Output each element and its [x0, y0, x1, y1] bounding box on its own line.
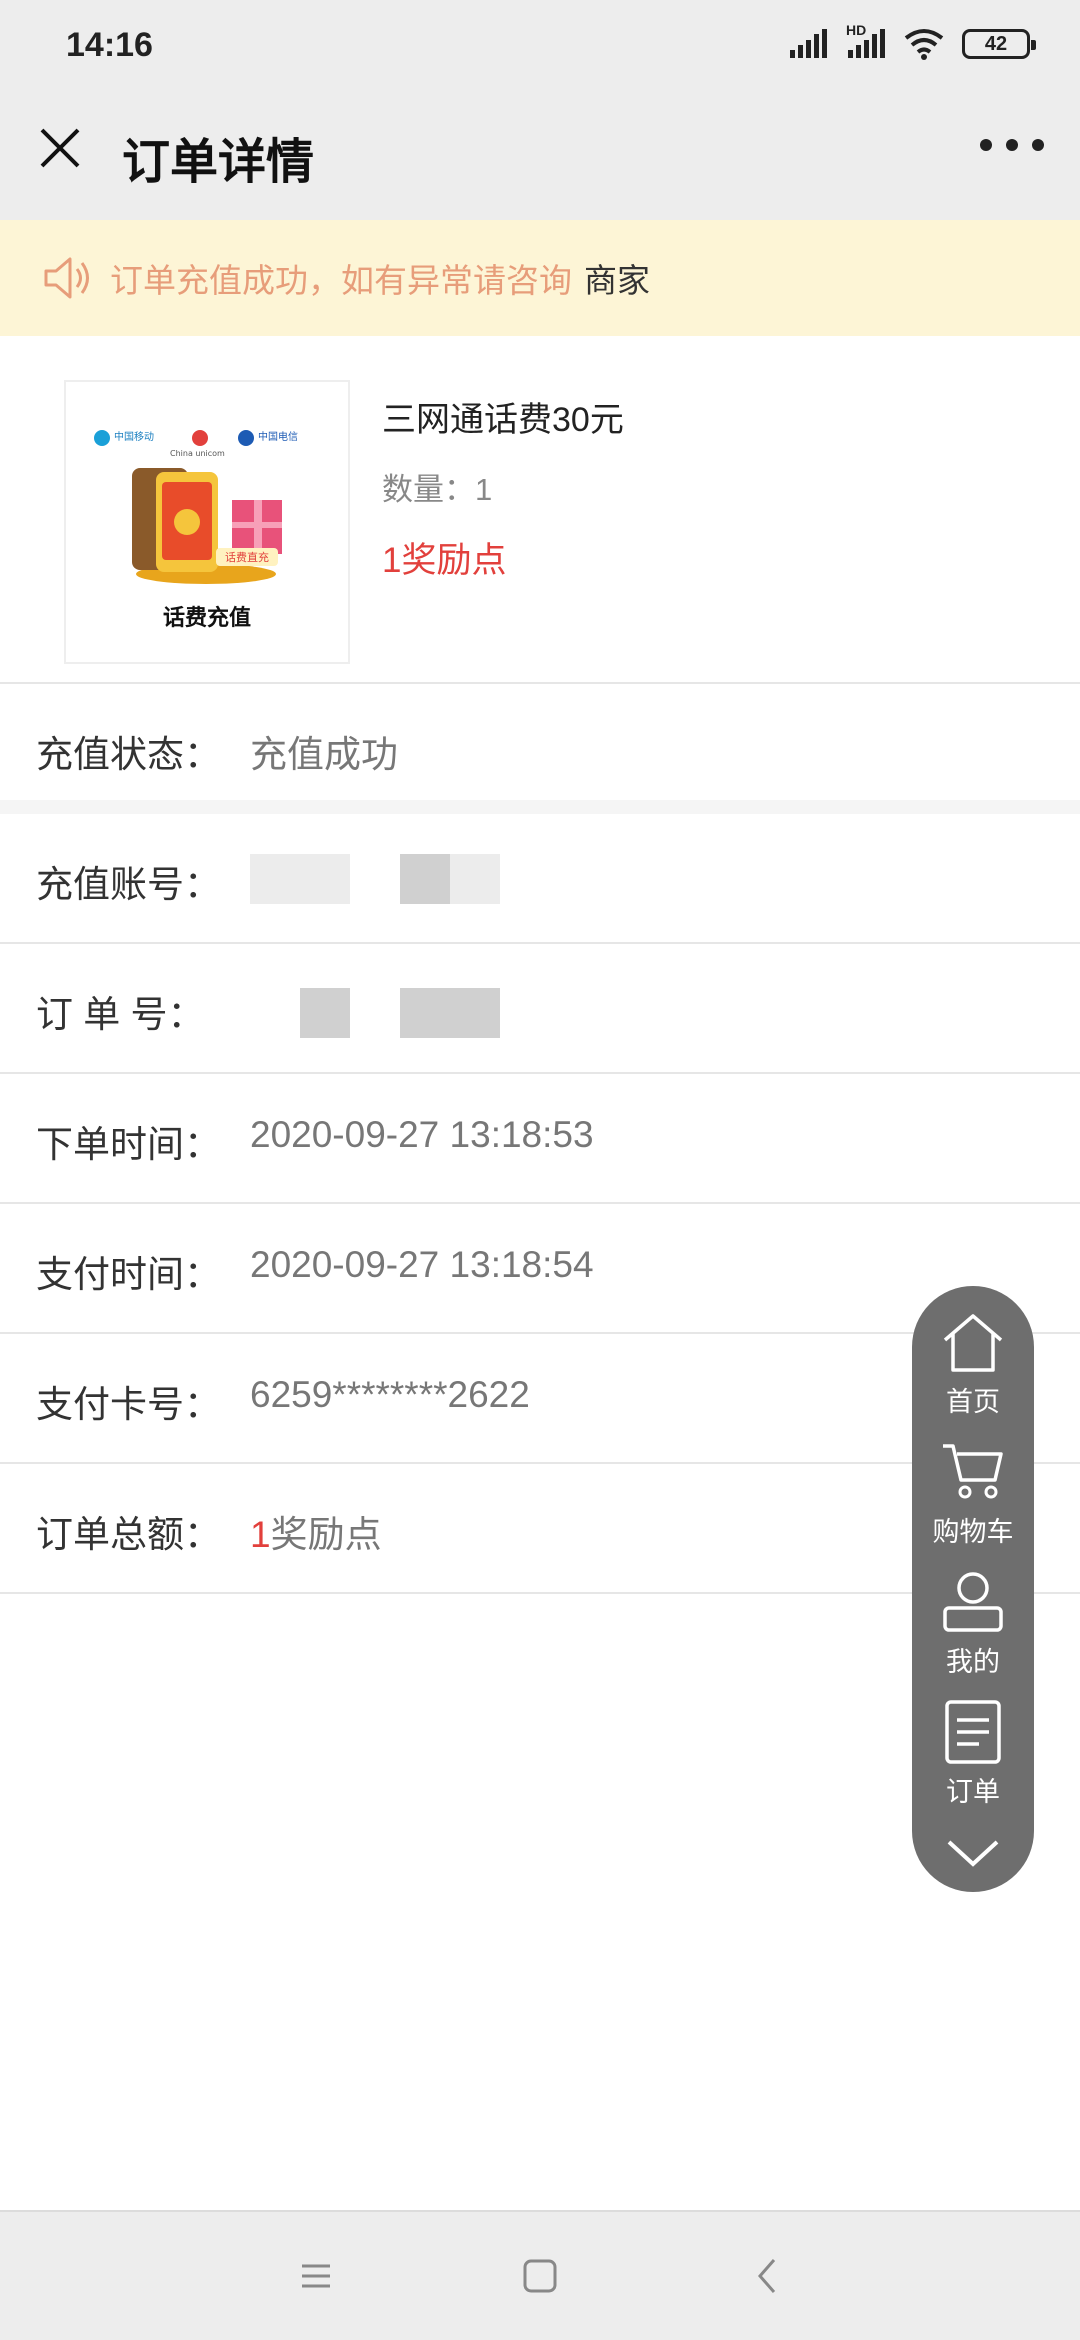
status-icons: HD 42 — [788, 22, 1036, 60]
total-unit: 奖励点 — [270, 1514, 382, 1555]
system-nav-bar — [0, 2210, 1080, 2340]
redacted-block — [450, 854, 500, 904]
wifi-icon — [904, 29, 944, 60]
redacted-block — [450, 988, 500, 1038]
product-card[interactable]: 中国移动 China unicom 中国电信 话费直充 话费充值 三网通话费30… — [0, 336, 1080, 684]
qty-value: 1 — [475, 472, 493, 507]
floating-menu: 首页 购物车 我的 订单 — [912, 1286, 1034, 1892]
product-price: 1奖励点 — [382, 541, 507, 580]
detail-value: 1奖励点 — [250, 1504, 382, 1558]
detail-value: 6259********2622 — [250, 1374, 530, 1415]
detail-label: 订单总额： — [36, 1514, 221, 1555]
user-icon — [943, 1572, 1003, 1632]
float-mine-label: 我的 — [946, 1647, 1000, 1677]
float-mine-button[interactable]: 我的 — [912, 1568, 1034, 1698]
float-cart-button[interactable]: 购物车 — [912, 1438, 1034, 1568]
total-amount: 1 — [250, 1514, 271, 1555]
float-orders-button[interactable]: 订单 — [912, 1698, 1034, 1828]
detail-value: 2020-09-27 13:18:54 — [250, 1244, 594, 1285]
order-list-icon — [945, 1700, 1001, 1764]
recharge-illustration: 中国移动 China unicom 中国电信 话费直充 — [94, 430, 298, 584]
detail-label: 订 单 号： — [36, 994, 205, 1035]
notice-banner: 订单充值成功，如有异常请咨询 商家 — [0, 220, 1080, 336]
brand-telecom: 中国电信 — [258, 430, 298, 443]
battery-level: 42 — [984, 32, 1008, 55]
detail-label: 充值状态： — [36, 734, 221, 775]
detail-row-account: 充值账号： — [0, 814, 1080, 944]
product-quantity: 数量：1 — [382, 464, 492, 509]
detail-value: 充值成功 — [250, 734, 398, 775]
signal-hd-icon: HD — [846, 22, 886, 60]
thumb-caption: 话费充值 — [162, 605, 251, 630]
redacted-block — [400, 854, 450, 904]
redacted-block — [400, 988, 450, 1038]
float-home-button[interactable]: 首页 — [912, 1308, 1034, 1438]
notice-text: 订单充值成功，如有异常请咨询 — [110, 262, 572, 299]
page-title: 订单详情 — [122, 136, 315, 189]
merchant-link[interactable]: 商家 — [584, 254, 650, 302]
status-time: 14:16 — [66, 26, 153, 64]
detail-label: 下单时间： — [36, 1124, 221, 1165]
badge-text: 话费直充 — [225, 550, 269, 564]
detail-row-status: 充值状态： 充值成功 — [0, 684, 1080, 814]
battery-icon: 42 — [962, 29, 1036, 59]
redacted-block — [250, 854, 350, 904]
detail-value: 2020-09-27 13:18:53 — [250, 1114, 594, 1155]
redacted-block — [300, 988, 350, 1038]
qty-label: 数量： — [382, 472, 475, 507]
detail-row-order-time: 下单时间： 2020-09-27 13:18:53 — [0, 1074, 1080, 1204]
back-icon[interactable] — [744, 2252, 792, 2300]
menu-icon[interactable] — [292, 2252, 340, 2300]
float-cart-label: 购物车 — [932, 1517, 1014, 1547]
nav-bar: 订单详情 — [0, 96, 1080, 220]
more-icon[interactable] — [980, 130, 1044, 160]
product-thumbnail: 中国移动 China unicom 中国电信 话费直充 话费充值 — [64, 380, 350, 664]
signal-icon — [790, 29, 827, 58]
speaker-icon — [44, 257, 89, 299]
detail-label: 充值账号： — [36, 864, 221, 905]
chevron-down-icon[interactable] — [943, 1832, 1003, 1872]
detail-label: 支付时间： — [36, 1254, 221, 1295]
home-icon — [943, 1314, 1003, 1372]
cart-icon — [943, 1444, 1003, 1499]
home-square-icon[interactable] — [516, 2252, 564, 2300]
brand-unicom: China unicom — [170, 449, 225, 458]
float-orders-label: 订单 — [946, 1777, 1000, 1807]
detail-label: 支付卡号： — [36, 1384, 221, 1425]
float-home-label: 首页 — [946, 1387, 1000, 1417]
product-name: 三网通话费30元 — [382, 401, 624, 439]
detail-row-order-no: 订 单 号： — [0, 944, 1080, 1074]
close-icon[interactable] — [28, 116, 92, 180]
section-divider — [0, 800, 1080, 814]
status-bar: 14:16 HD 42 — [0, 0, 1080, 96]
brand-mobile: 中国移动 — [114, 430, 154, 443]
